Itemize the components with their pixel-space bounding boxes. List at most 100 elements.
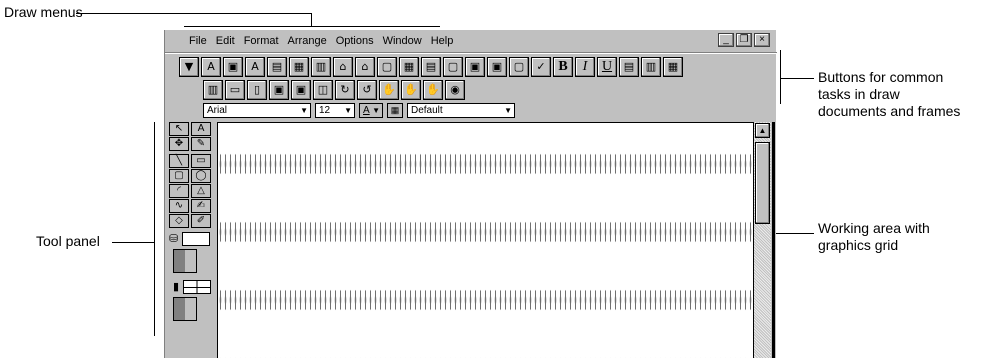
toolbar-row1-button-23[interactable]: ▦ [663, 57, 683, 77]
arc-tool-icon[interactable]: ◜ [169, 184, 189, 198]
toolbar-row2-button-4[interactable]: ▣ [269, 80, 289, 100]
line-color-swatch[interactable] [183, 280, 211, 294]
callout-line-buttons-bracket [780, 50, 781, 104]
rounded-rect-tool-icon[interactable]: ▢ [169, 169, 189, 183]
text-tool-icon[interactable]: A [191, 122, 211, 136]
chevron-down-icon: ▼ [504, 106, 512, 115]
toolbar-row2-button-1[interactable]: ▥ [203, 80, 223, 100]
menu-help[interactable]: Help [431, 35, 454, 47]
toolbar-row-1: ▼ A ▣ A ▤ ▦ ▥ ⌂ ⌂ ▢ ▦ ▤ ▢ ▣ ▣ ▢ ✓ B I U ▤ ▥ ▦ [179, 57, 683, 77]
scroll-up-button[interactable]: ▲ [755, 123, 770, 138]
toolbar-row1-button-6[interactable]: ▦ [289, 57, 309, 77]
line-pattern-grid[interactable] [173, 297, 197, 321]
callout-tool-panel: Tool panel [36, 233, 100, 249]
toolbar-row1-button-8[interactable]: ⌂ [333, 57, 353, 77]
toolbar-row2-button-12[interactable]: ◉ [445, 80, 465, 100]
toolbar-row1-button-22[interactable]: ▥ [641, 57, 661, 77]
toolbar-row1-button-19[interactable]: I [575, 57, 595, 77]
line-pen-icon[interactable]: ▮ [173, 280, 183, 294]
toolbar-row1-button-7[interactable]: ▥ [311, 57, 331, 77]
scroll-thumb[interactable] [755, 142, 770, 224]
move-tool-icon[interactable]: ✥ [169, 137, 189, 151]
window-right-edge [772, 122, 775, 358]
callout-line-tool-panel-bracket [154, 122, 155, 336]
restore-button[interactable]: ❐ [736, 33, 752, 47]
toolbar-row2-button-3[interactable]: ▯ [247, 80, 267, 100]
toolbar-row1-button-15[interactable]: ▣ [487, 57, 507, 77]
toolbar-row1-button-1[interactable]: ▼ [179, 57, 199, 77]
toolbar-row2-button-6[interactable]: ◫ [313, 80, 333, 100]
toolbar-row2-button-7[interactable]: ↻ [335, 80, 355, 100]
fill-bucket-icon[interactable]: ⛁ [169, 232, 181, 246]
menu-edit[interactable]: Edit [216, 35, 235, 47]
style-dropdown[interactable]: Default ▼ [407, 103, 515, 118]
eyedropper-tool-icon[interactable]: ✐ [191, 214, 211, 228]
line-tool-icon[interactable]: ╲ [169, 154, 189, 168]
diamond-tool-icon[interactable]: ◇ [169, 214, 189, 228]
polygon-tool-icon[interactable]: △ [191, 184, 211, 198]
toolbar-row1-button-17[interactable]: ✓ [531, 57, 551, 77]
freeform-tool-icon[interactable]: ✍ [191, 199, 211, 213]
minimize-button[interactable]: _ [718, 33, 734, 47]
toolbar-row1-button-18[interactable]: B [553, 57, 573, 77]
menu-window[interactable]: Window [383, 35, 422, 47]
font-size-value: 12 [319, 105, 331, 116]
fill-pattern-grid[interactable] [173, 249, 197, 273]
close-button[interactable]: × [754, 33, 770, 47]
text-color-dropdown[interactable]: A ▼ [359, 103, 383, 118]
callout-buttons-2: tasks in draw [818, 86, 900, 102]
toolbar-row1-button-9[interactable]: ⌂ [355, 57, 375, 77]
callout-line-draw-menus-bracket [184, 26, 440, 27]
toolbar-row1-button-10[interactable]: ▢ [377, 57, 397, 77]
callout-line-draw-menus-v [311, 13, 312, 26]
menu-bar: File Edit Format Arrange Options Window … [165, 30, 777, 52]
vertical-scrollbar[interactable]: ▲ [753, 122, 771, 358]
callout-working-area-1: Working area with [818, 220, 930, 236]
font-name-dropdown[interactable]: Arial ▼ [203, 103, 311, 118]
toolbar-row1-button-11[interactable]: ▦ [399, 57, 419, 77]
menu-divider [165, 52, 777, 54]
toolbar-row1-button-2[interactable]: A [201, 57, 221, 77]
fill-color-icon: ▦ [390, 105, 400, 115]
toolbar-row-2: ▥ ▭ ▯ ▣ ▣ ◫ ↻ ↺ ✋ ✋ ✋ ◉ [203, 80, 465, 100]
toolbar-row1-button-4[interactable]: A [245, 57, 265, 77]
ellipse-tool-icon[interactable]: ◯ [191, 169, 211, 183]
select-tool-icon[interactable]: ↖ [169, 122, 189, 136]
callout-working-area-2: graphics grid [818, 237, 899, 253]
toolbar-row1-button-14[interactable]: ▣ [465, 57, 485, 77]
window-controls: _ ❐ × [718, 33, 770, 47]
callout-line-draw-menus [76, 13, 312, 14]
toolbar-row2-button-10[interactable]: ✋ [401, 80, 421, 100]
toolbar-row1-button-3[interactable]: ▣ [223, 57, 243, 77]
toolbar-row2-button-5[interactable]: ▣ [291, 80, 311, 100]
working-area-grid-columns [217, 122, 753, 358]
callout-draw-menus: Draw menus [4, 4, 83, 20]
text-color-label: A [363, 105, 370, 116]
fill-color-button[interactable]: ▦ [387, 103, 403, 118]
toolbar-row2-button-11[interactable]: ✋ [423, 80, 443, 100]
toolbar-row2-button-2[interactable]: ▭ [225, 80, 245, 100]
curve-tool-icon[interactable]: ∿ [169, 199, 189, 213]
toolbar-row2-button-9[interactable]: ✋ [379, 80, 399, 100]
toolbar-row1-button-16[interactable]: ▢ [509, 57, 529, 77]
menu-options[interactable]: Options [336, 35, 374, 47]
toolbar-row1-button-21[interactable]: ▤ [619, 57, 639, 77]
callout-line-buttons [780, 78, 814, 79]
callout-buttons-3: documents and frames [818, 103, 961, 119]
toolbar-row1-button-12[interactable]: ▤ [421, 57, 441, 77]
toolbar-row1-button-13[interactable]: ▢ [443, 57, 463, 77]
toolbar-row1-button-20[interactable]: U [597, 57, 617, 77]
menu-format[interactable]: Format [244, 35, 279, 47]
toolbar-row2-button-8[interactable]: ↺ [357, 80, 377, 100]
fill-color-swatch[interactable] [182, 232, 210, 246]
callout-buttons-1: Buttons for common [818, 69, 944, 85]
menu-arrange[interactable]: Arrange [288, 35, 327, 47]
rectangle-tool-icon[interactable]: ▭ [191, 154, 211, 168]
toolbar-row1-button-5[interactable]: ▤ [267, 57, 287, 77]
font-name-value: Arial [207, 105, 228, 116]
tool-panel: ↖ A ✥ ✎ ╲ ▭ ▢ ◯ ◜ △ ∿ ✍ ◇ ✐ ⛁ ▮ [169, 122, 213, 358]
font-size-dropdown[interactable]: 12 ▼ [315, 103, 355, 118]
callout-line-tool-panel [112, 242, 154, 243]
freehand-tool-icon[interactable]: ✎ [191, 137, 211, 151]
menu-file[interactable]: File [189, 35, 207, 47]
